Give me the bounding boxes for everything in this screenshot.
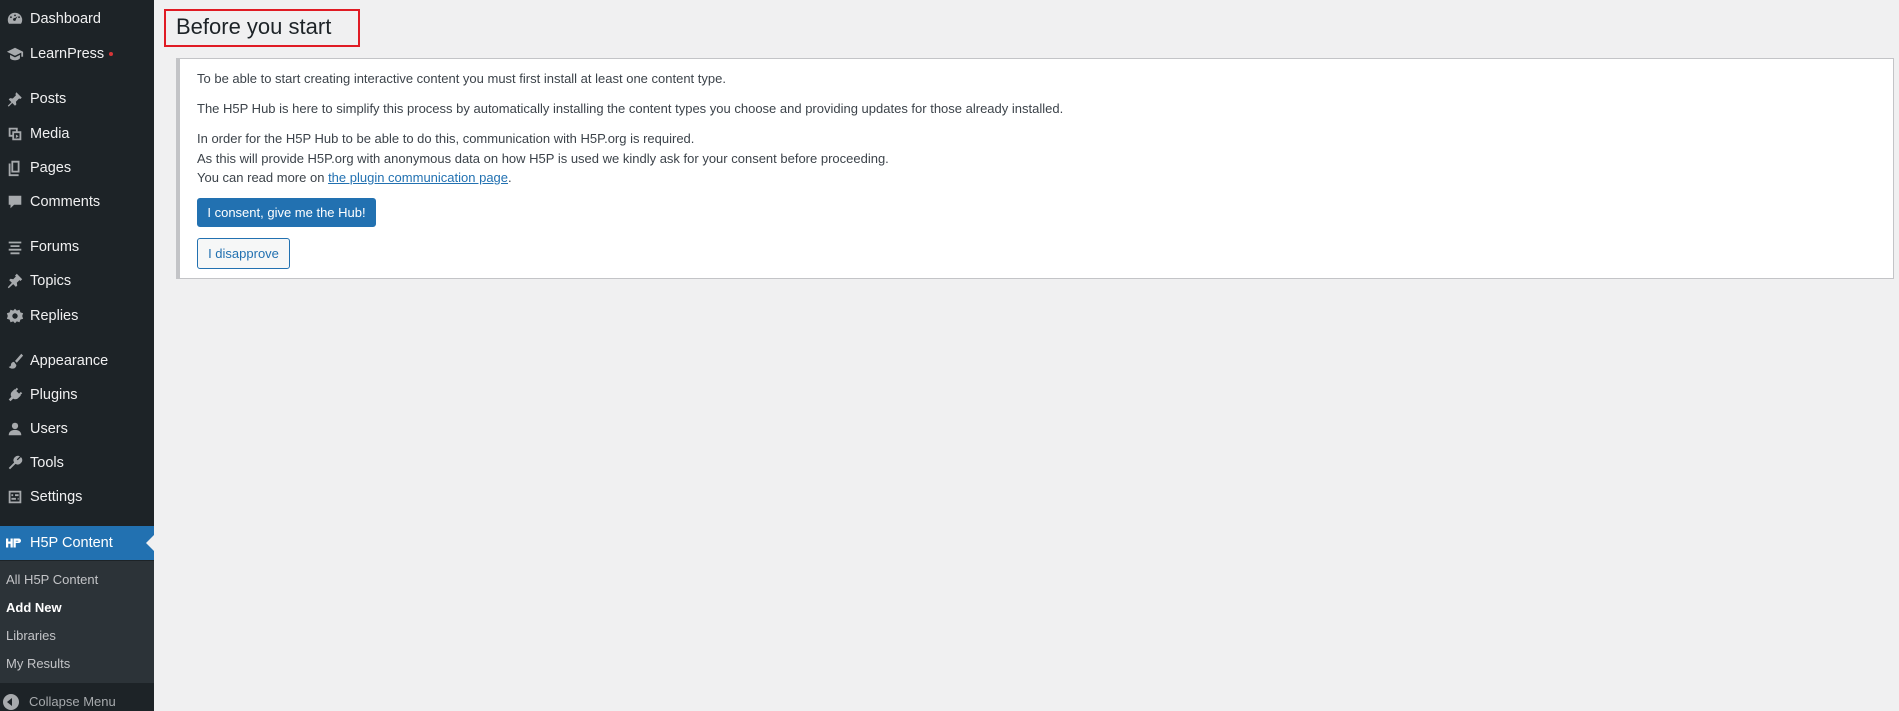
menu-item-label: Topics [30,273,72,289]
notice-paragraph-3-line-2: As this will provide H5P.org with anonym… [197,151,889,166]
read-more-prefix: You can read more on [197,170,329,185]
plugin-communication-link[interactable]: the plugin communication page [328,170,508,185]
menu-item-label: Media [30,126,70,142]
menu-item-label: Users [30,421,68,437]
menu-item-topics[interactable]: Topics [0,264,154,298]
wrench-icon [4,452,26,474]
notice-paragraph-3-line-3: You can read more on the plugin communic… [197,170,512,185]
menu-item-settings[interactable]: Settings [0,480,154,514]
brush-icon [4,350,26,372]
collapse-icon [3,693,19,710]
menu-item-comments[interactable]: Comments [0,185,154,219]
notification-dot [109,52,114,56]
h5p-icon [4,532,26,554]
media-icon [4,123,26,145]
settings-icon [4,486,26,508]
submenu-libraries[interactable]: Libraries [6,628,56,643]
menu-item-pages[interactable]: Pages [0,151,154,185]
menu-item-replies[interactable]: Replies [0,299,154,333]
active-menu-arrow [146,535,154,551]
replies-icon [4,305,26,327]
learnpress-icon [4,43,26,65]
menu-item-label: Pages [30,160,72,176]
disapprove-button[interactable]: I disapprove [197,238,290,269]
topics-icon [4,270,26,292]
menu-item-label: LearnPress [30,46,105,62]
menu-item-users[interactable]: Users [0,412,154,446]
notice-paragraph-1: To be able to start creating interactive… [197,71,726,86]
pin-icon [4,88,26,110]
dashboard-icon [4,8,26,30]
consent-button[interactable]: I consent, give me the Hub! [197,198,376,227]
comment-icon [4,191,26,213]
submenu-my-results[interactable]: My Results [6,656,70,671]
collapse-menu-button[interactable]: Collapse Menu [0,692,154,711]
menu-item-label: Plugins [30,387,78,403]
menu-item-label: Posts [30,91,67,107]
pages-icon [4,157,26,179]
plug-icon [4,384,26,406]
menu-item-forums[interactable]: Forums [0,230,154,264]
forums-icon [4,236,26,258]
menu-item-label: Comments [30,194,101,210]
menu-item-appearance[interactable]: Appearance [0,344,154,378]
menu-item-h5p-content[interactable]: H5P Content [0,526,154,560]
collapse-menu-label: Collapse Menu [29,694,116,709]
menu-item-label: H5P Content [30,535,113,551]
menu-item-learnpress[interactable]: LearnPress [0,37,154,71]
submenu-all-h5p-content[interactable]: All H5P Content [6,572,98,587]
menu-item-posts[interactable]: Posts [0,82,154,116]
menu-item-label: Appearance [30,353,109,369]
read-more-suffix: . [508,170,512,185]
notice-paragraph-2: The H5P Hub is here to simplify this pro… [197,101,1064,116]
page-title: Before you start [176,14,332,39]
menu-item-label: Tools [30,455,64,471]
menu-item-media[interactable]: Media [0,117,154,151]
h5p-submenu: All H5P Content Add New Libraries My Res… [0,561,154,683]
menu-item-label: Dashboard [30,11,101,27]
admin-sidebar: Dashboard LearnPress Posts Media Pages C… [0,0,154,711]
menu-item-plugins[interactable]: Plugins [0,378,154,412]
menu-item-tools[interactable]: Tools [0,446,154,480]
submenu-add-new[interactable]: Add New [6,600,62,615]
notice-paragraph-3-line-1: In order for the H5P Hub to be able to d… [197,131,695,146]
user-icon [4,418,26,440]
menu-item-dashboard[interactable]: Dashboard [0,2,154,36]
menu-item-label: Settings [30,489,83,505]
menu-item-label: Forums [30,239,80,255]
hub-consent-notice: To be able to start creating interactive… [176,58,1894,279]
menu-item-label: Replies [30,308,79,324]
